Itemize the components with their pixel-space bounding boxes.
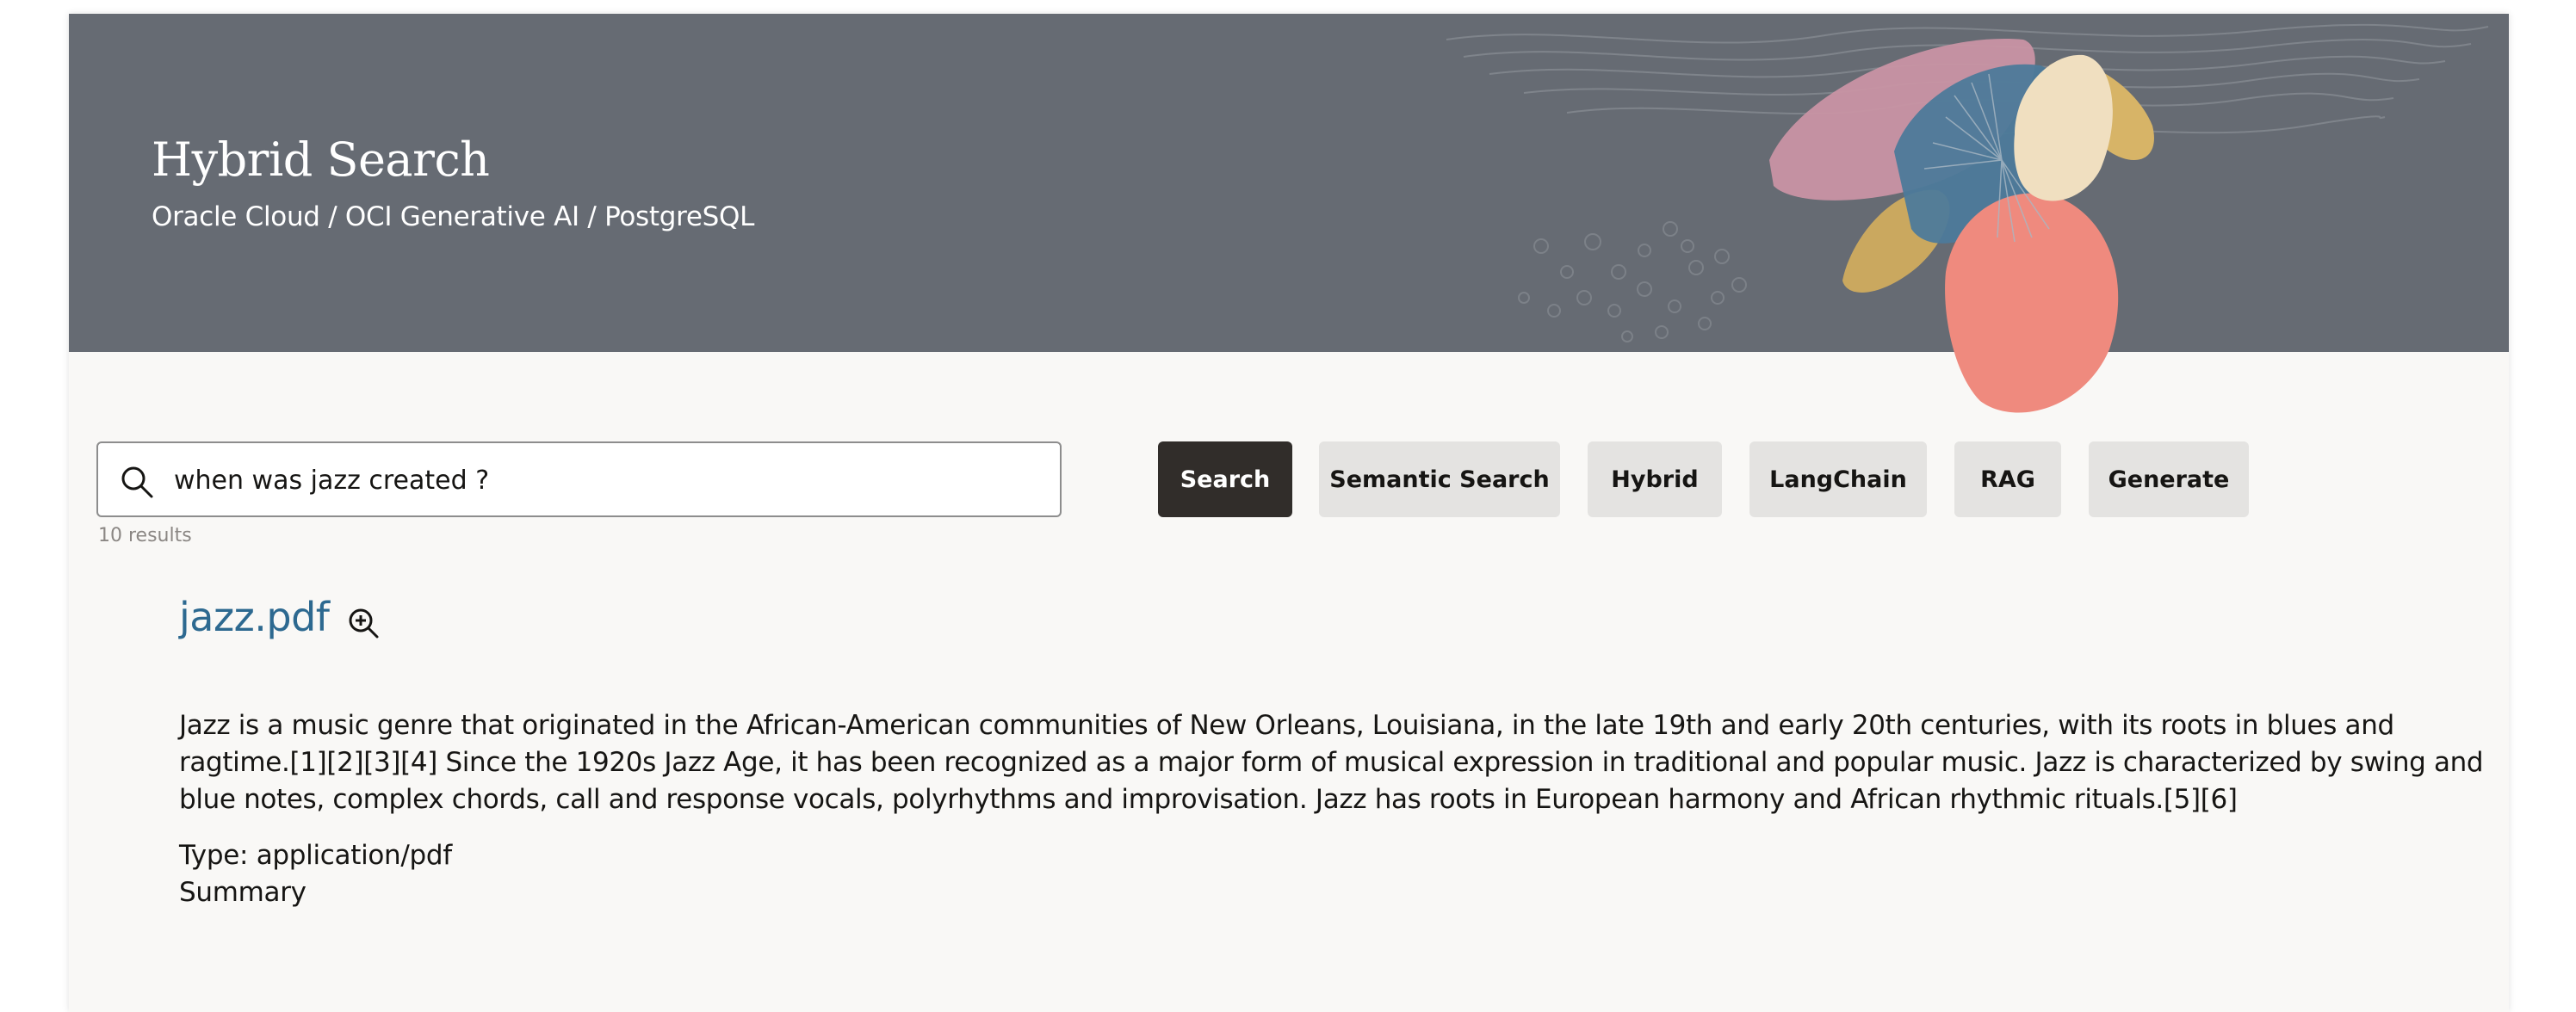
rag-button[interactable]: RAG [1954,441,2061,517]
header-banner: Hybrid Search Oracle Cloud / OCI Generat… [69,14,2509,413]
result-title-link[interactable]: jazz.pdf [179,594,330,640]
hybrid-button[interactable]: Hybrid [1588,441,1722,517]
result-summary-label: Summary [179,877,307,908]
zoom-in-icon[interactable] [346,606,381,640]
search-toolbar: Search Semantic Search Hybrid LangChain … [96,441,2421,517]
result-snippet: Jazz is a music genre that originated in… [179,710,2484,815]
result-type: Type: application/pdf [179,840,452,871]
langchain-button[interactable]: LangChain [1749,441,1927,517]
page-title: Hybrid Search [152,133,490,187]
search-icon [121,466,153,498]
search-button[interactable]: Search [1158,441,1292,517]
decorative-illustration [1446,23,2489,413]
search-field-container[interactable] [96,441,1062,517]
breadcrumb-subtitle: Oracle Cloud / OCI Generative AI / Postg… [152,201,755,232]
page-container: Hybrid Search Oracle Cloud / OCI Generat… [69,14,2509,1012]
results-count: 10 results [98,525,192,546]
generate-button[interactable]: Generate [2089,441,2249,517]
semantic-search-button[interactable]: Semantic Search [1319,441,1560,517]
search-input[interactable] [174,452,1043,509]
